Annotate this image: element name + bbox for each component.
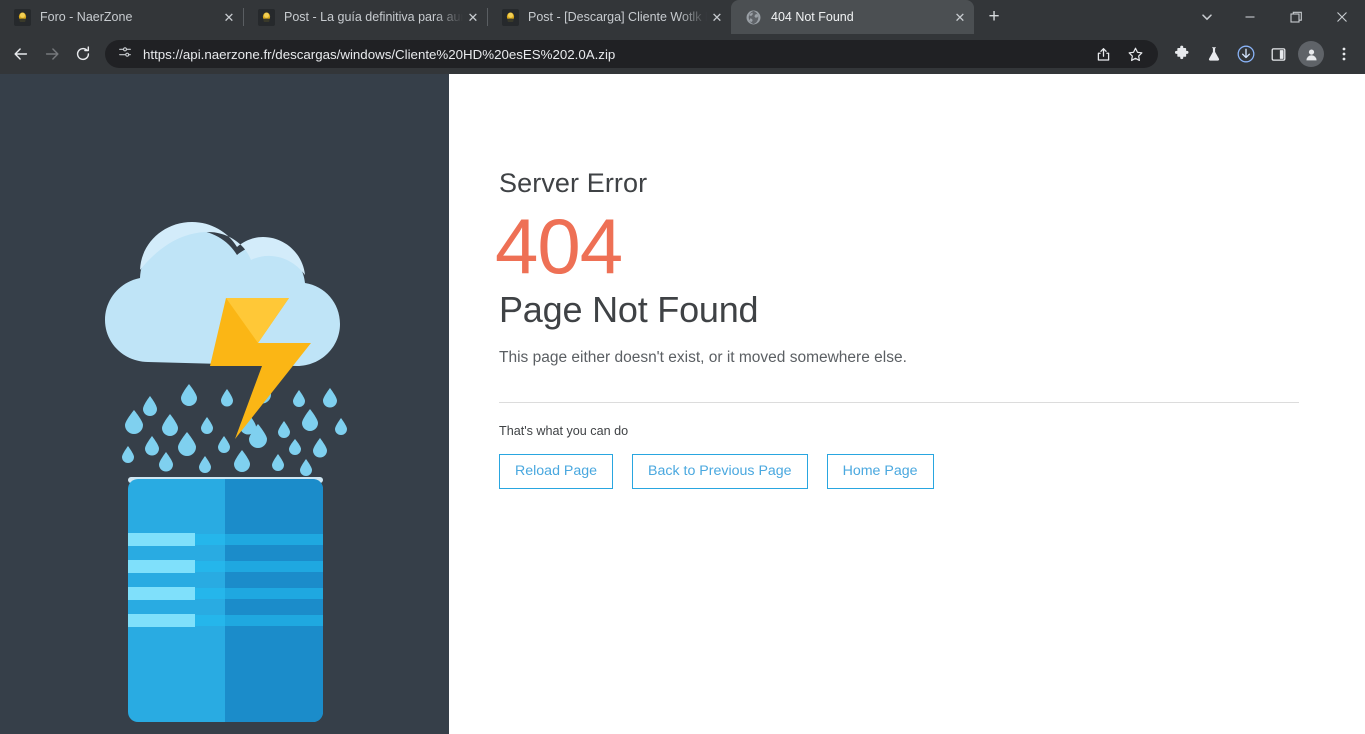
storm-cloud-over-server-illustration xyxy=(105,222,347,722)
tab-close-button[interactable]: ✕ xyxy=(950,7,970,27)
tab-close-button[interactable]: ✕ xyxy=(219,7,239,27)
maximize-icon[interactable] xyxy=(1273,0,1319,34)
reload-icon[interactable] xyxy=(68,39,98,69)
home-page-button[interactable]: Home Page xyxy=(826,454,934,489)
tab-title: Foro - NaerZone xyxy=(40,10,133,24)
tab-title: Post - La guía definitiva para aum xyxy=(284,10,463,24)
action-button-row: Reload Page Back to Previous Page Home P… xyxy=(499,454,1299,489)
back-arrow-icon[interactable] xyxy=(6,39,36,69)
new-tab-button[interactable]: + xyxy=(980,3,1008,31)
globe-favicon xyxy=(745,9,762,26)
tab-foro-naerzone[interactable]: Foro - NaerZone ✕ xyxy=(0,0,243,34)
tab-404-not-found[interactable]: 404 Not Found ✕ xyxy=(731,0,974,34)
error-content-panel: Server Error 404 Page Not Found This pag… xyxy=(449,74,1365,734)
downloads-icon[interactable] xyxy=(1231,39,1261,69)
reload-page-button[interactable]: Reload Page xyxy=(499,454,614,489)
window-controls xyxy=(1187,0,1365,34)
server-error-label: Server Error xyxy=(499,168,648,198)
site-settings-icon[interactable] xyxy=(117,44,133,65)
tab-title: Post - [Descarga] Cliente Wotlk H xyxy=(528,10,707,24)
naerzone-favicon xyxy=(502,8,519,26)
hint-label: That's what you can do xyxy=(499,424,629,439)
close-icon[interactable] xyxy=(1319,0,1365,34)
toolbar-right-actions xyxy=(1167,39,1359,69)
tab-strip: Foro - NaerZone ✕ Post - La guía definit… xyxy=(0,0,1365,34)
minimize-icon[interactable] xyxy=(1227,0,1273,34)
flask-icon[interactable] xyxy=(1199,39,1229,69)
server-rack xyxy=(128,477,323,722)
tab-post-guia-definitiva[interactable]: Post - La guía definitiva para aum ✕ xyxy=(244,0,487,34)
extensions-puzzle-icon[interactable] xyxy=(1167,39,1197,69)
naerzone-favicon xyxy=(258,8,275,26)
omnibox-actions xyxy=(1088,39,1150,69)
browser-toolbar: https://api.naerzone.fr/descargas/window… xyxy=(0,34,1365,74)
tab-close-button[interactable]: ✕ xyxy=(707,7,727,27)
profile-avatar-icon[interactable] xyxy=(1298,41,1324,67)
forward-arrow-icon xyxy=(37,39,67,69)
side-panel-icon[interactable] xyxy=(1263,39,1293,69)
content-divider xyxy=(499,402,1299,404)
more-menu-icon[interactable] xyxy=(1329,39,1359,69)
tab-close-button[interactable]: ✕ xyxy=(463,7,483,27)
back-to-previous-page-button[interactable]: Back to Previous Page xyxy=(632,454,808,489)
chevron-down-icon[interactable] xyxy=(1187,0,1227,34)
browser-window: Foro - NaerZone ✕ Post - La guía definit… xyxy=(0,0,1365,734)
address-bar[interactable]: https://api.naerzone.fr/descargas/window… xyxy=(105,40,1158,68)
tab-post-descarga-cliente[interactable]: Post - [Descarga] Cliente Wotlk H ✕ xyxy=(488,0,731,34)
bookmark-star-icon[interactable] xyxy=(1120,39,1150,69)
page-body: Server Error 404 Page Not Found This pag… xyxy=(0,74,1365,734)
url-text: https://api.naerzone.fr/descargas/window… xyxy=(143,46,616,62)
error-description: This page either doesn't exist, or it mo… xyxy=(499,348,907,366)
error-code: 404 xyxy=(495,201,623,290)
raindrops-group xyxy=(122,379,347,476)
tab-title: 404 Not Found xyxy=(771,10,854,24)
page-title: Page Not Found xyxy=(499,289,759,331)
naerzone-favicon xyxy=(14,8,31,26)
share-icon[interactable] xyxy=(1088,39,1118,69)
illustration-panel xyxy=(0,74,449,734)
